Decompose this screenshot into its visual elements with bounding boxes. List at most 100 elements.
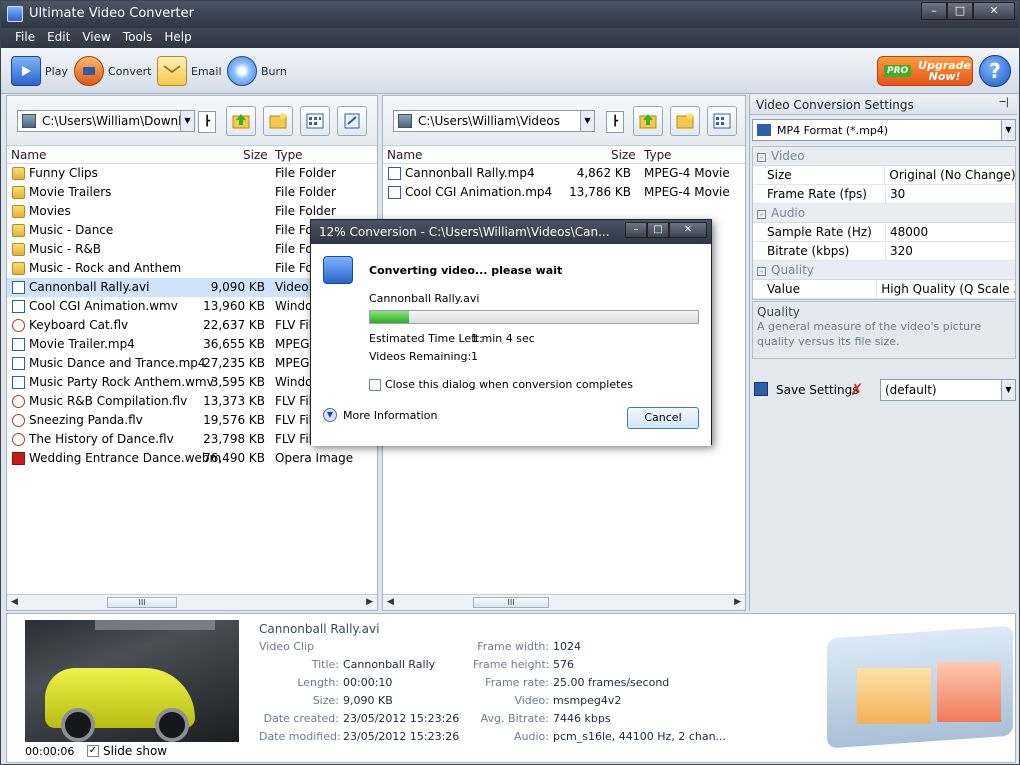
close-when-done-checkbox[interactable]: Close this dialog when conversion comple… (369, 378, 633, 391)
refresh-button[interactable] (337, 106, 367, 136)
output-file-row[interactable]: Cannonball Rally.mp4 4,862 KB MPEG-4 Movie (383, 164, 745, 183)
property-row[interactable]: Frame Rate (fps) 30 (753, 185, 1015, 204)
info-field: Video: msmpeg4v2 (473, 694, 621, 707)
view-mode-button[interactable] (707, 106, 737, 136)
save-settings-button[interactable]: Save Settings (776, 383, 859, 397)
slide-show-label: Slide show (103, 744, 168, 758)
video-file-icon (12, 281, 25, 294)
column-type[interactable]: Type (275, 148, 303, 162)
property-row[interactable]: Value High Quality (Q Scale 3) (753, 280, 1015, 299)
play-button[interactable]: Play (11, 54, 68, 88)
play-label: Play (45, 64, 68, 78)
file-name: Music Dance and Trance.mp4 (29, 356, 206, 370)
pin-icon[interactable]: ─| (1000, 97, 1009, 108)
column-name[interactable]: Name (387, 148, 422, 162)
column-type[interactable]: Type (644, 148, 672, 162)
videos-remaining-value: 1 (471, 350, 478, 363)
preset-select[interactable]: (default) ▼ (880, 379, 1016, 401)
email-button[interactable]: Email (157, 54, 222, 88)
menu-help[interactable]: Help (158, 28, 197, 48)
info-field-label: Audio: (514, 730, 549, 743)
chevron-down-icon[interactable]: ▼ (1001, 120, 1015, 140)
dialog-maximize-button[interactable]: □ (647, 222, 669, 238)
chevron-down-icon[interactable]: ▼ (1001, 380, 1015, 400)
property-row[interactable]: Bitrate (kbps) 320 (753, 242, 1015, 261)
more-information-toggle[interactable]: ▼ More Information (323, 408, 437, 422)
column-size[interactable]: Size (611, 148, 636, 162)
converting-file-name: Cannonball Rally.avi (369, 292, 480, 305)
cancel-button[interactable]: Cancel (627, 407, 699, 429)
source-file-row[interactable]: Wedding Entrance Dance.webm 76,490 KB Oper… (7, 449, 377, 468)
property-value[interactable]: Original (No Change) (885, 166, 1015, 184)
column-name[interactable]: Name (11, 148, 46, 162)
property-value[interactable]: High Quality (Q Scale 3) (877, 280, 1015, 298)
conversion-settings-panel: Video Conversion Settings ─| MP4 Format … (749, 95, 1017, 611)
convert-button[interactable]: Convert (74, 54, 152, 88)
output-format-select[interactable]: MP4 Format (*.mp4) ▼ (752, 119, 1016, 141)
output-path-value: C:\Users\William\Videos (418, 114, 561, 128)
chevron-down-icon[interactable]: ▼ (180, 111, 194, 131)
file-name: Music R&B Compilation.flv (29, 394, 188, 408)
scroll-right-icon[interactable]: ▶ (366, 597, 373, 607)
folder-tree-button[interactable]: ┣ (606, 111, 624, 133)
view-mode-button[interactable] (300, 106, 330, 136)
property-value[interactable]: 48000 (886, 223, 928, 241)
source-file-row[interactable]: Funny Clips File Folder (7, 164, 377, 183)
close-button[interactable]: ✕ (973, 2, 1015, 20)
scroll-right-icon[interactable]: ▶ (734, 597, 741, 607)
scroll-thumb[interactable]: III (107, 597, 177, 608)
output-file-list: Cannonball Rally.mp4 4,862 KB MPEG-4 Movie… (383, 164, 745, 202)
checkbox-icon[interactable]: ✓ (87, 745, 99, 757)
folder-icon (12, 224, 25, 237)
menu-bar: File Edit View Tools Help (1, 28, 1019, 48)
scroll-thumb[interactable]: III (473, 597, 549, 608)
dialog-close-button[interactable]: ✕ (669, 222, 707, 238)
slide-show-checkbox[interactable]: ✓ Slide show (87, 744, 167, 758)
menu-tools[interactable]: Tools (117, 28, 159, 48)
output-hscrollbar[interactable]: ◀ III ▶ (383, 594, 745, 610)
menu-edit[interactable]: Edit (41, 28, 76, 48)
info-file-kind: Video Clip (259, 640, 315, 653)
chevron-down-icon[interactable]: ▼ (323, 408, 337, 422)
column-size[interactable]: Size (243, 148, 268, 162)
file-size: 27,235 KB (203, 356, 265, 370)
property-value[interactable]: 30 (886, 185, 905, 203)
property-row[interactable]: Sample Rate (Hz) 48000 (753, 223, 1015, 242)
menu-file[interactable]: File (9, 28, 41, 48)
chevron-down-icon[interactable]: ▼ (580, 111, 594, 131)
minimize-button[interactable]: – (921, 2, 947, 20)
collapse-icon[interactable]: – (757, 153, 766, 162)
dialog-minimize-button[interactable]: – (625, 222, 647, 238)
menu-view[interactable]: View (76, 28, 116, 48)
category-audio[interactable]: – Audio (753, 204, 1015, 223)
scroll-left-icon[interactable]: ◀ (11, 597, 18, 607)
new-folder-button[interactable] (263, 106, 293, 136)
source-path-combo[interactable]: C:\Users\William\Downlo ▼ (17, 110, 195, 132)
save-icon[interactable] (754, 382, 768, 396)
output-format-value: MP4 Format (*.mp4) (777, 124, 889, 137)
burn-button[interactable]: Burn (227, 54, 287, 88)
folder-tree-button[interactable]: ┣ (198, 111, 216, 133)
scroll-left-icon[interactable]: ◀ (387, 597, 394, 607)
collapse-icon[interactable]: – (757, 210, 766, 219)
property-value[interactable]: 320 (886, 242, 913, 260)
output-path-combo[interactable]: C:\Users\William\Videos ▼ (393, 110, 595, 132)
property-row[interactable]: Size Original (No Change) (753, 166, 1015, 185)
maximize-button[interactable]: □ (947, 2, 973, 20)
delete-icon[interactable]: ✗ (850, 380, 863, 399)
checkbox-icon[interactable] (369, 378, 381, 391)
info-field-label: Date modified: (259, 730, 341, 743)
source-file-row[interactable]: Movie Trailers File Folder (7, 183, 377, 202)
file-type: File Folder (275, 166, 336, 180)
up-folder-button[interactable] (226, 106, 256, 136)
collapse-icon[interactable]: – (757, 267, 766, 276)
category-quality[interactable]: – Quality (753, 261, 1015, 280)
help-button[interactable]: ? (979, 55, 1011, 87)
source-hscrollbar[interactable]: ◀ III ▶ (7, 594, 377, 610)
upgrade-now-button[interactable]: PRO Upgrade Now! (877, 56, 973, 86)
up-folder-button[interactable] (633, 106, 663, 136)
output-file-row[interactable]: Cool CGI Animation.mp4 13,786 KB MPEG-4 Mo… (383, 183, 745, 202)
category-video[interactable]: – Video (753, 147, 1015, 166)
new-folder-button[interactable] (670, 106, 700, 136)
title-bar: Ultimate Video Converter – □ ✕ (1, 1, 1019, 28)
